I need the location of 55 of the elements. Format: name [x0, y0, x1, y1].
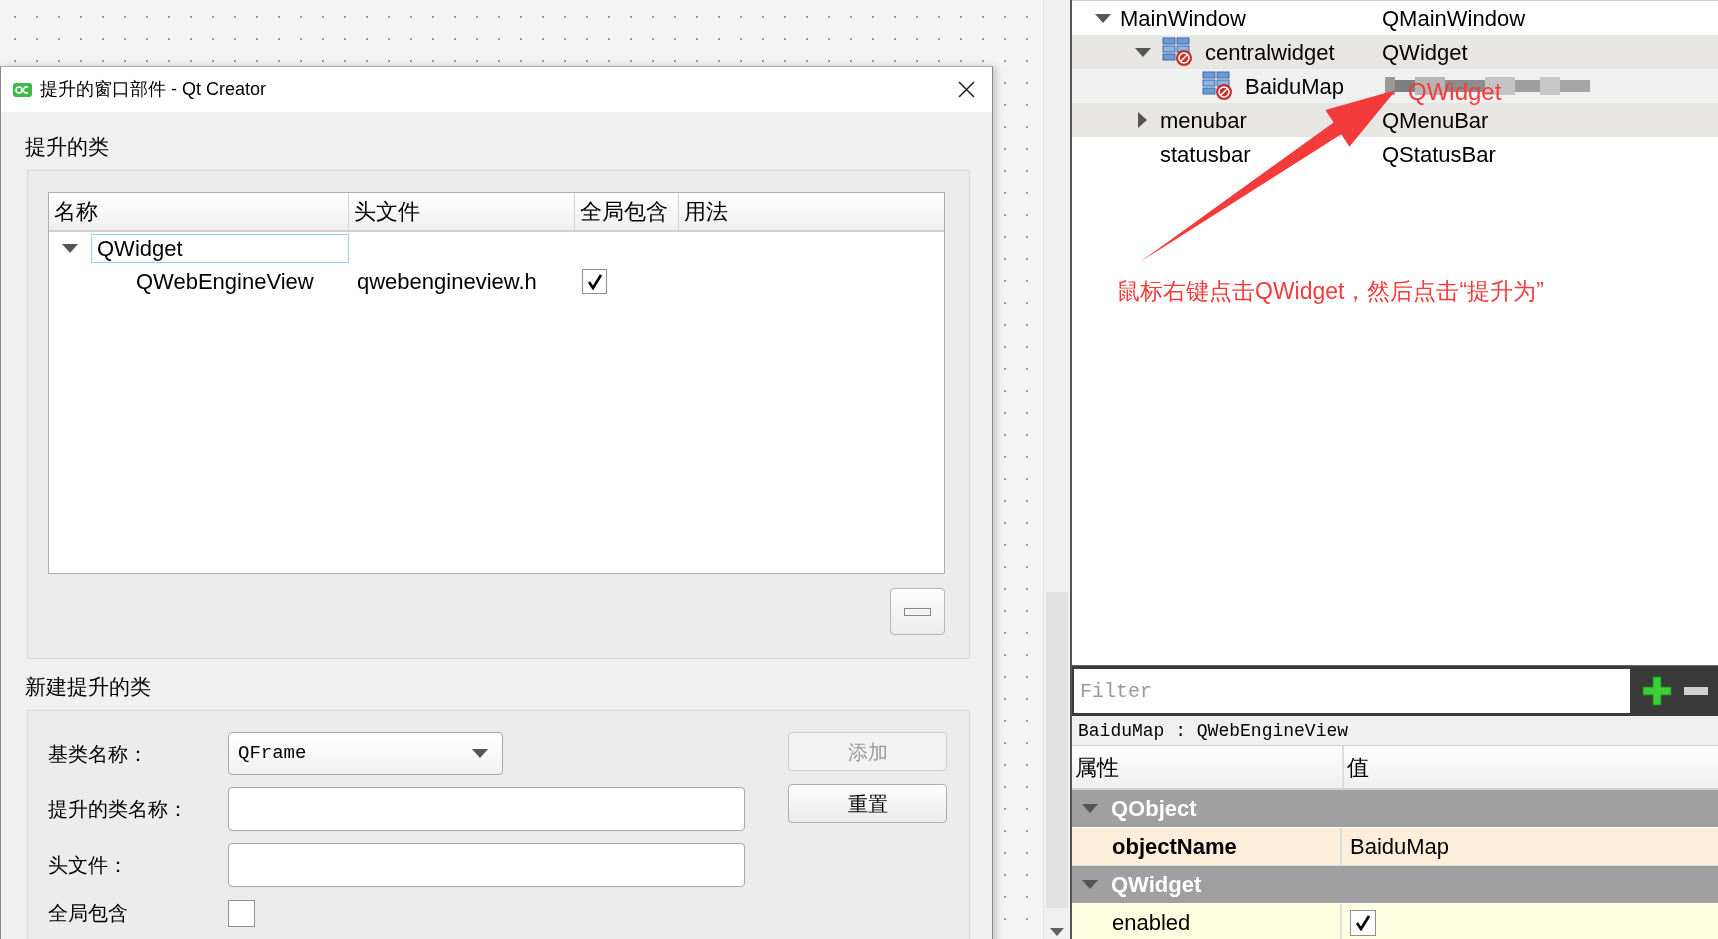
- app-icon: [13, 82, 32, 97]
- minus-icon: [904, 608, 931, 617]
- object-name[interactable]: menubar: [1160, 103, 1247, 137]
- checkbox[interactable]: [582, 269, 607, 294]
- property-value[interactable]: BaiduMap: [1350, 830, 1450, 863]
- field-label: 头文件：: [48, 853, 129, 878]
- input-field[interactable]: [228, 787, 745, 831]
- close-icon: [957, 81, 975, 98]
- widget-icon: [1162, 37, 1194, 67]
- tree-item[interactable]: QWidget: [91, 234, 349, 263]
- section-title: 新建提升的类: [25, 674, 152, 697]
- checkbox[interactable]: [1350, 909, 1376, 936]
- class-name: QMenuBar: [1382, 106, 1489, 135]
- caret-down-icon[interactable]: [1094, 13, 1111, 23]
- filter-field[interactable]: Filter: [1074, 669, 1630, 713]
- class-name: QMainWindow: [1382, 4, 1526, 33]
- checkmark-icon: [586, 273, 603, 290]
- column-header[interactable]: 全局包含: [575, 193, 679, 230]
- plus-icon[interactable]: [1642, 676, 1672, 706]
- tree-item[interactable]: QWebEngineView: [136, 265, 314, 298]
- scroll-down-icon[interactable]: [1050, 928, 1064, 936]
- field-label: 提升的类名称：: [48, 797, 189, 822]
- window-title: 提升的窗口部件 - Qt Creator: [40, 78, 267, 101]
- object-name[interactable]: BaiduMap: [1245, 69, 1345, 103]
- column-header[interactable]: 属性: [1072, 746, 1344, 788]
- input-field[interactable]: [228, 843, 745, 887]
- caret-down-icon[interactable]: [62, 244, 78, 253]
- object-name[interactable]: MainWindow: [1120, 1, 1246, 35]
- base-class-dropdown[interactable]: QFrame: [228, 732, 503, 775]
- caret-down-icon[interactable]: [1134, 47, 1151, 57]
- object-label: BaiduMap : QWebEngineView: [1072, 716, 1718, 746]
- class-name: QStatusBar: [1382, 140, 1496, 169]
- object-name[interactable]: centralwidget: [1205, 35, 1335, 69]
- property-name: enabled: [1112, 909, 1191, 937]
- checkmark-icon: [1355, 914, 1371, 931]
- dialog-button[interactable]: 重置: [788, 784, 947, 823]
- annotation-label: QWidget: [1408, 77, 1502, 107]
- section-title: 提升的类: [25, 134, 110, 157]
- remove-button[interactable]: [890, 588, 945, 635]
- column-header[interactable]: 名称: [49, 193, 349, 230]
- field-label: 基类名称：: [48, 741, 149, 767]
- column-header[interactable]: 用法: [679, 193, 944, 230]
- field-label: 全局包含: [48, 901, 129, 926]
- annotation-text: 鼠标右键点击QWidget，然后点击“提升为”: [1117, 277, 1544, 306]
- caret-down-icon: [472, 749, 488, 758]
- widget-icon: [1202, 71, 1234, 101]
- scrollbar[interactable]: [1043, 0, 1070, 939]
- table-cell-text: qwebengineview.h: [356, 268, 538, 296]
- column-header[interactable]: 值: [1344, 746, 1369, 788]
- caret-right-icon[interactable]: [1138, 112, 1147, 128]
- class-name: QWidget: [1382, 38, 1468, 67]
- column-header[interactable]: 头文件: [349, 193, 575, 230]
- property-name: objectName: [1112, 833, 1237, 861]
- object-name[interactable]: statusbar: [1160, 137, 1251, 171]
- checkbox[interactable]: [228, 899, 255, 927]
